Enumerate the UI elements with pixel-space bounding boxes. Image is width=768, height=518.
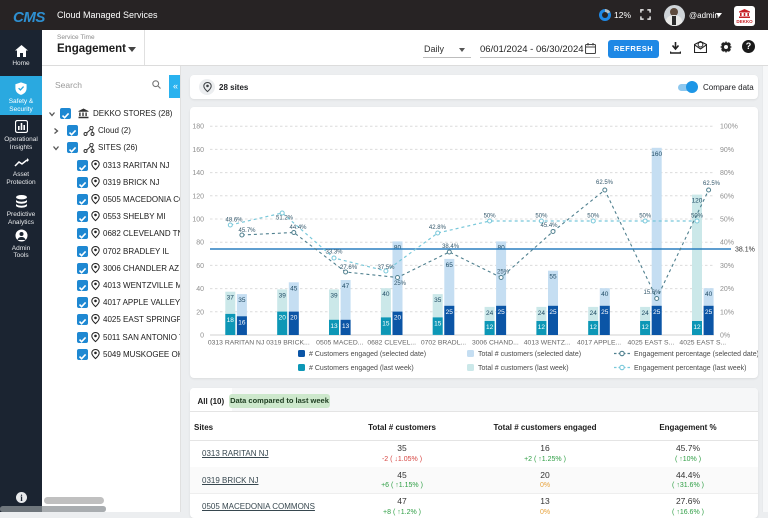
svg-text:40: 40	[382, 291, 390, 298]
svg-text:0682 CLEVEL...: 0682 CLEVEL...	[367, 340, 416, 347]
svg-text:35: 35	[434, 297, 442, 304]
svg-text:40: 40	[705, 291, 713, 298]
svg-text:12: 12	[590, 324, 598, 331]
svg-text:160: 160	[651, 151, 662, 158]
svg-text:0505 MACED...: 0505 MACED...	[316, 340, 363, 347]
svg-text:80: 80	[497, 244, 505, 251]
svg-text:60: 60	[196, 263, 204, 270]
svg-text:20: 20	[196, 309, 204, 316]
svg-text:40: 40	[601, 291, 609, 298]
svg-text:4025 EAST S...: 4025 EAST S...	[628, 340, 675, 347]
svg-text:16: 16	[238, 319, 246, 326]
svg-text:10%: 10%	[720, 309, 734, 316]
svg-text:3006 CHAND...: 3006 CHAND...	[472, 340, 519, 347]
svg-text:100: 100	[192, 217, 204, 224]
svg-text:13: 13	[330, 323, 338, 330]
svg-text:13: 13	[342, 323, 350, 330]
svg-text:12: 12	[538, 324, 546, 331]
svg-text:55: 55	[549, 274, 557, 281]
svg-text:120: 120	[192, 193, 204, 200]
svg-text:15: 15	[434, 320, 442, 327]
svg-text:50%: 50%	[587, 214, 600, 220]
svg-text:24: 24	[486, 310, 494, 317]
svg-text:44.4%: 44.4%	[289, 225, 307, 231]
svg-text:39: 39	[279, 292, 287, 299]
svg-text:12: 12	[693, 324, 701, 331]
svg-text:15.6%: 15.6%	[643, 290, 661, 296]
svg-text:25: 25	[497, 309, 505, 316]
svg-text:25: 25	[446, 309, 454, 316]
svg-text:25: 25	[601, 309, 609, 316]
svg-text:45.7%: 45.7%	[238, 228, 256, 234]
svg-text:80%: 80%	[720, 170, 734, 177]
svg-text:38.4%: 38.4%	[442, 244, 460, 250]
svg-text:140: 140	[192, 170, 204, 177]
svg-text:38.1%: 38.1%	[735, 247, 755, 254]
svg-text:50%: 50%	[484, 214, 497, 220]
svg-text:20: 20	[279, 315, 287, 322]
svg-text:50%: 50%	[639, 214, 652, 220]
svg-text:51.2%: 51.2%	[276, 216, 294, 222]
svg-text:25%: 25%	[394, 281, 407, 287]
svg-text:# Customers engaged (last week: # Customers engaged (last week)	[309, 365, 414, 372]
svg-text:20%: 20%	[720, 286, 734, 293]
svg-text:37: 37	[227, 295, 235, 302]
svg-text:Engagement percentage (selecte: Engagement percentage (selected date)	[634, 351, 758, 358]
svg-text:15: 15	[382, 320, 390, 327]
svg-text:160: 160	[192, 147, 204, 154]
svg-text:0%: 0%	[720, 333, 730, 340]
svg-text:12: 12	[486, 324, 494, 331]
svg-text:4025 EAST S...: 4025 EAST S...	[679, 340, 726, 347]
svg-text:42.8%: 42.8%	[429, 225, 447, 231]
svg-text:20: 20	[394, 315, 402, 322]
svg-text:45: 45	[290, 285, 298, 292]
svg-text:35: 35	[238, 297, 246, 304]
svg-text:65: 65	[446, 262, 454, 269]
svg-text:Total # customers (last week): Total # customers (last week)	[478, 365, 569, 372]
svg-text:45.4%: 45.4%	[540, 223, 558, 229]
svg-text:62.5%: 62.5%	[596, 180, 614, 186]
svg-text:25%: 25%	[497, 270, 510, 276]
svg-text:18: 18	[227, 317, 235, 324]
svg-text:39: 39	[330, 292, 338, 299]
svg-text:40: 40	[196, 286, 204, 293]
svg-text:50%: 50%	[691, 214, 704, 220]
svg-text:80: 80	[394, 244, 402, 251]
svg-text:50%: 50%	[720, 217, 734, 224]
svg-text:Total # customers (selected da: Total # customers (selected date)	[478, 351, 581, 358]
svg-text:27.6%: 27.6%	[340, 265, 358, 271]
svg-text:0319 BRICK...: 0319 BRICK...	[266, 340, 310, 347]
svg-text:25: 25	[705, 309, 713, 316]
svg-text:12: 12	[641, 324, 649, 331]
svg-text:62.5%: 62.5%	[703, 181, 721, 187]
svg-text:30%: 30%	[720, 263, 734, 270]
svg-text:120: 120	[692, 198, 703, 205]
svg-text:25: 25	[549, 309, 557, 316]
svg-text:48.6%: 48.6%	[225, 218, 243, 224]
svg-text:0: 0	[200, 333, 204, 340]
svg-text:60%: 60%	[720, 193, 734, 200]
svg-text:50%: 50%	[535, 214, 548, 220]
svg-text:# Customers engaged (selected: # Customers engaged (selected date)	[309, 351, 426, 358]
svg-text:33.3%: 33.3%	[325, 249, 343, 255]
svg-text:180: 180	[192, 124, 204, 131]
svg-text:0702 BRADL...: 0702 BRADL...	[421, 340, 466, 347]
svg-text:0313 RARITAN NJ: 0313 RARITAN NJ	[208, 340, 265, 347]
svg-text:90%: 90%	[720, 147, 734, 154]
svg-text:20: 20	[290, 315, 298, 322]
svg-text:24: 24	[641, 310, 649, 317]
svg-text:100%: 100%	[720, 124, 738, 131]
svg-text:25: 25	[653, 309, 661, 316]
svg-text:47: 47	[342, 283, 350, 290]
svg-text:40%: 40%	[720, 240, 734, 247]
svg-text:4013 WENTZ...: 4013 WENTZ...	[524, 340, 571, 347]
svg-text:37.5%: 37.5%	[377, 265, 395, 271]
svg-text:24: 24	[590, 310, 598, 317]
svg-text:4017 APPLE...: 4017 APPLE...	[577, 340, 621, 347]
svg-text:24: 24	[538, 310, 546, 317]
svg-text:80: 80	[196, 240, 204, 247]
svg-text:Engagement percentage (last we: Engagement percentage (last week)	[634, 365, 746, 372]
